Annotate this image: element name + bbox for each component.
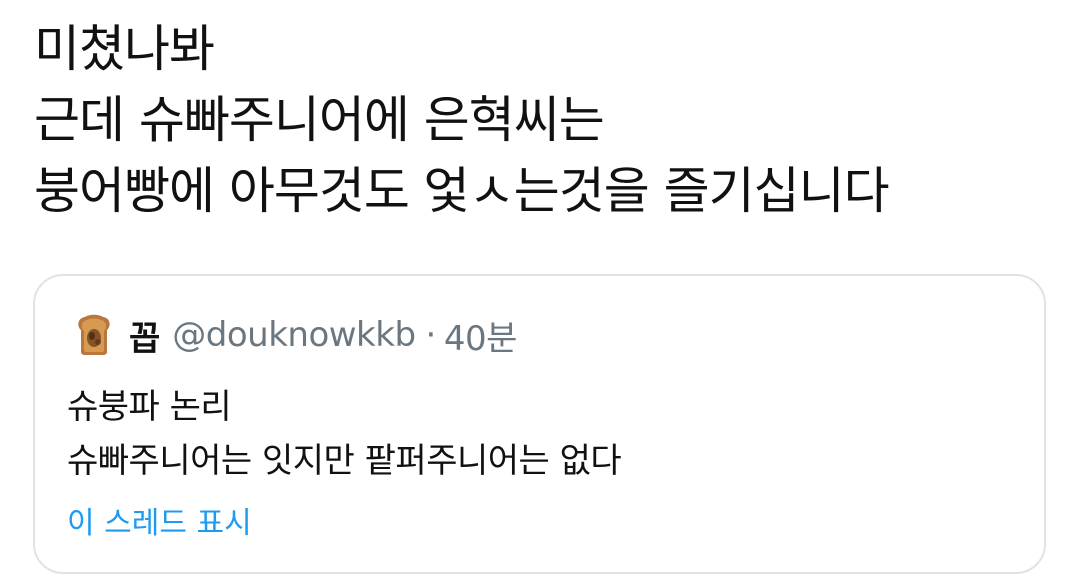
quoted-author-name[interactable]: 꼽 [129,311,160,360]
header-separator: · [425,315,437,355]
quoted-text-line: 슈빠주니어는 잇지만 팥퍼주니어는 없다 [67,441,622,481]
tweet-text: 미쳤나봐 근데 슈빠주니어에 은혁씨는 붕어빵에 아무것도 엋ㅅ는것을 즐기십니… [34,14,1064,227]
tweet-text-line: 미쳤나봐 [34,20,215,78]
quoted-text-line: 슈붕파 논리 [67,387,232,427]
toast-bread-icon[interactable] [75,314,113,356]
show-thread-link[interactable]: 이 스레드 표시 [67,498,252,542]
quoted-author-handle[interactable]: @douknowkkb [172,315,416,355]
tweet-text-line: 붕어빵에 아무것도 엋ㅅ는것을 즐기십니다 [34,162,890,220]
quoted-timestamp[interactable]: 40분 [444,311,518,360]
quoted-tweet-header: 꼽 @douknowkkb · 40분 [75,310,517,360]
quoted-tweet-card[interactable]: 꼽 @douknowkkb · 40분 슈붕파 논리 슈빠주니어는 잇지만 팥퍼… [33,274,1046,574]
tweet-text-line: 근데 슈빠주니어에 은혁씨는 [34,91,605,149]
quoted-tweet-text: 슈붕파 논리 슈빠주니어는 잇지만 팥퍼주니어는 없다 [67,380,622,488]
